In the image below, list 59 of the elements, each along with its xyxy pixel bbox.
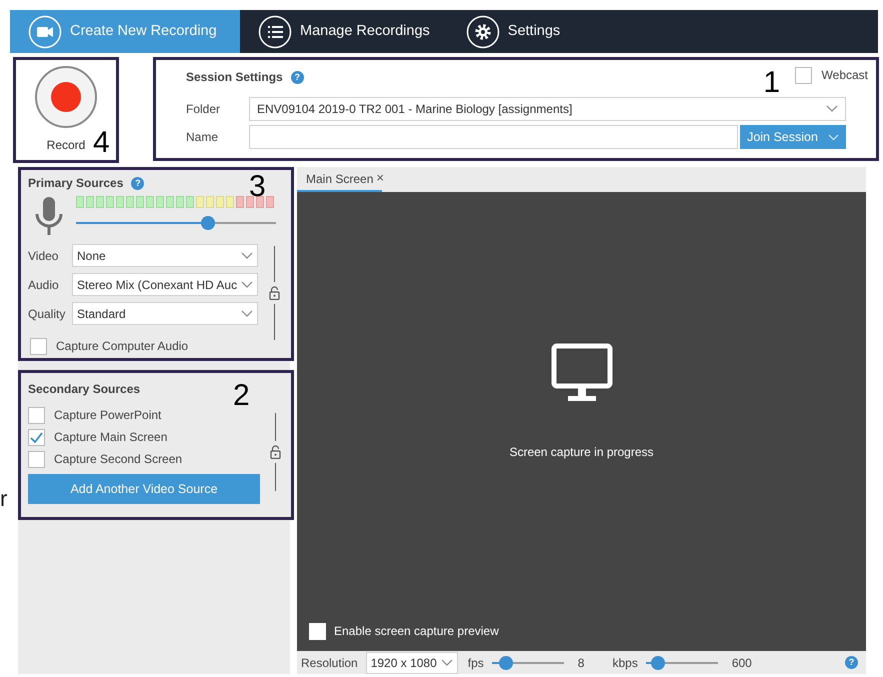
slider-thumb[interactable] (201, 216, 215, 230)
checkbox-label: Webcast (822, 67, 868, 84)
slider-value: 8 (578, 654, 584, 672)
section-title: Primary Sources (28, 175, 124, 192)
checkbox[interactable] (794, 66, 812, 84)
section-title: Secondary Sources (28, 382, 140, 396)
name-input[interactable] (249, 125, 738, 149)
field-label: kbps (612, 654, 638, 672)
checkbox[interactable] (28, 406, 45, 424)
field-label: Resolution (301, 654, 358, 672)
field-label: Video (28, 248, 60, 264)
video-camera-icon (28, 14, 62, 48)
list-icon (258, 14, 292, 48)
slider[interactable] (646, 656, 718, 670)
padlock-icon (270, 445, 280, 459)
dropdown[interactable]: Stereo Mix (Conexant HD Auc (72, 273, 258, 296)
chevron-down-icon (241, 252, 253, 260)
padlock-icon (268, 286, 280, 300)
checkbox[interactable] (28, 450, 45, 468)
folder-dropdown[interactable]: ENV09104 2019-0 TR2 001 - Marine Biology [assignments] (249, 97, 846, 121)
slider-thumb[interactable] (499, 656, 514, 670)
nav-tab[interactable]: Settings (448, 10, 578, 53)
callout-number: 2 (233, 381, 250, 411)
field-label: Name (186, 129, 220, 146)
chevron-down-icon (826, 105, 838, 113)
section-title: Session Settings (186, 69, 283, 86)
microphone-icon (34, 196, 64, 236)
chevron-down-icon (828, 134, 839, 140)
callout-number: 1 (763, 68, 780, 98)
stray-letter: r (0, 485, 8, 513)
resolution-dropdown[interactable]: 1920 x 1080 (366, 652, 458, 674)
status-message: Screen capture in progress (509, 444, 654, 460)
callout-number: 3 (249, 172, 266, 202)
gear-icon (466, 14, 500, 48)
dropdown[interactable]: None (72, 244, 258, 267)
checkbox-label: Capture Main Screen (54, 429, 168, 446)
dropdown-value: ENV09104 2019-0 TR2 001 - Marine Biology [assignments] (257, 101, 572, 118)
slider[interactable] (492, 656, 564, 670)
dropdown[interactable]: Standard (72, 302, 258, 325)
callout-number: 4 (93, 128, 110, 158)
checkbox-label: Capture Computer Audio (56, 338, 188, 355)
slider[interactable] (76, 216, 276, 230)
field-label: Quality (28, 306, 66, 322)
chevron-down-icon (241, 310, 253, 318)
slider-value: 600 (732, 654, 752, 672)
checkbox-label: Capture Second Screen (54, 451, 182, 468)
field-label: fps (468, 654, 484, 672)
checkbox[interactable] (28, 428, 45, 446)
record-label: Record (46, 137, 86, 154)
chevron-down-icon (241, 280, 253, 288)
field-label: Audio (28, 276, 60, 294)
checkbox-label: Enable screen capture preview (334, 623, 499, 640)
nav-tab[interactable]: Manage Recordings (240, 10, 448, 53)
checkbox[interactable] (30, 338, 47, 354)
slider-thumb[interactable] (651, 656, 666, 670)
chevron-down-icon (440, 658, 453, 666)
field-label: Folder (186, 101, 222, 118)
checkbox-label: Capture PowerPoint (54, 407, 162, 424)
close-icon[interactable]: × (376, 168, 384, 192)
